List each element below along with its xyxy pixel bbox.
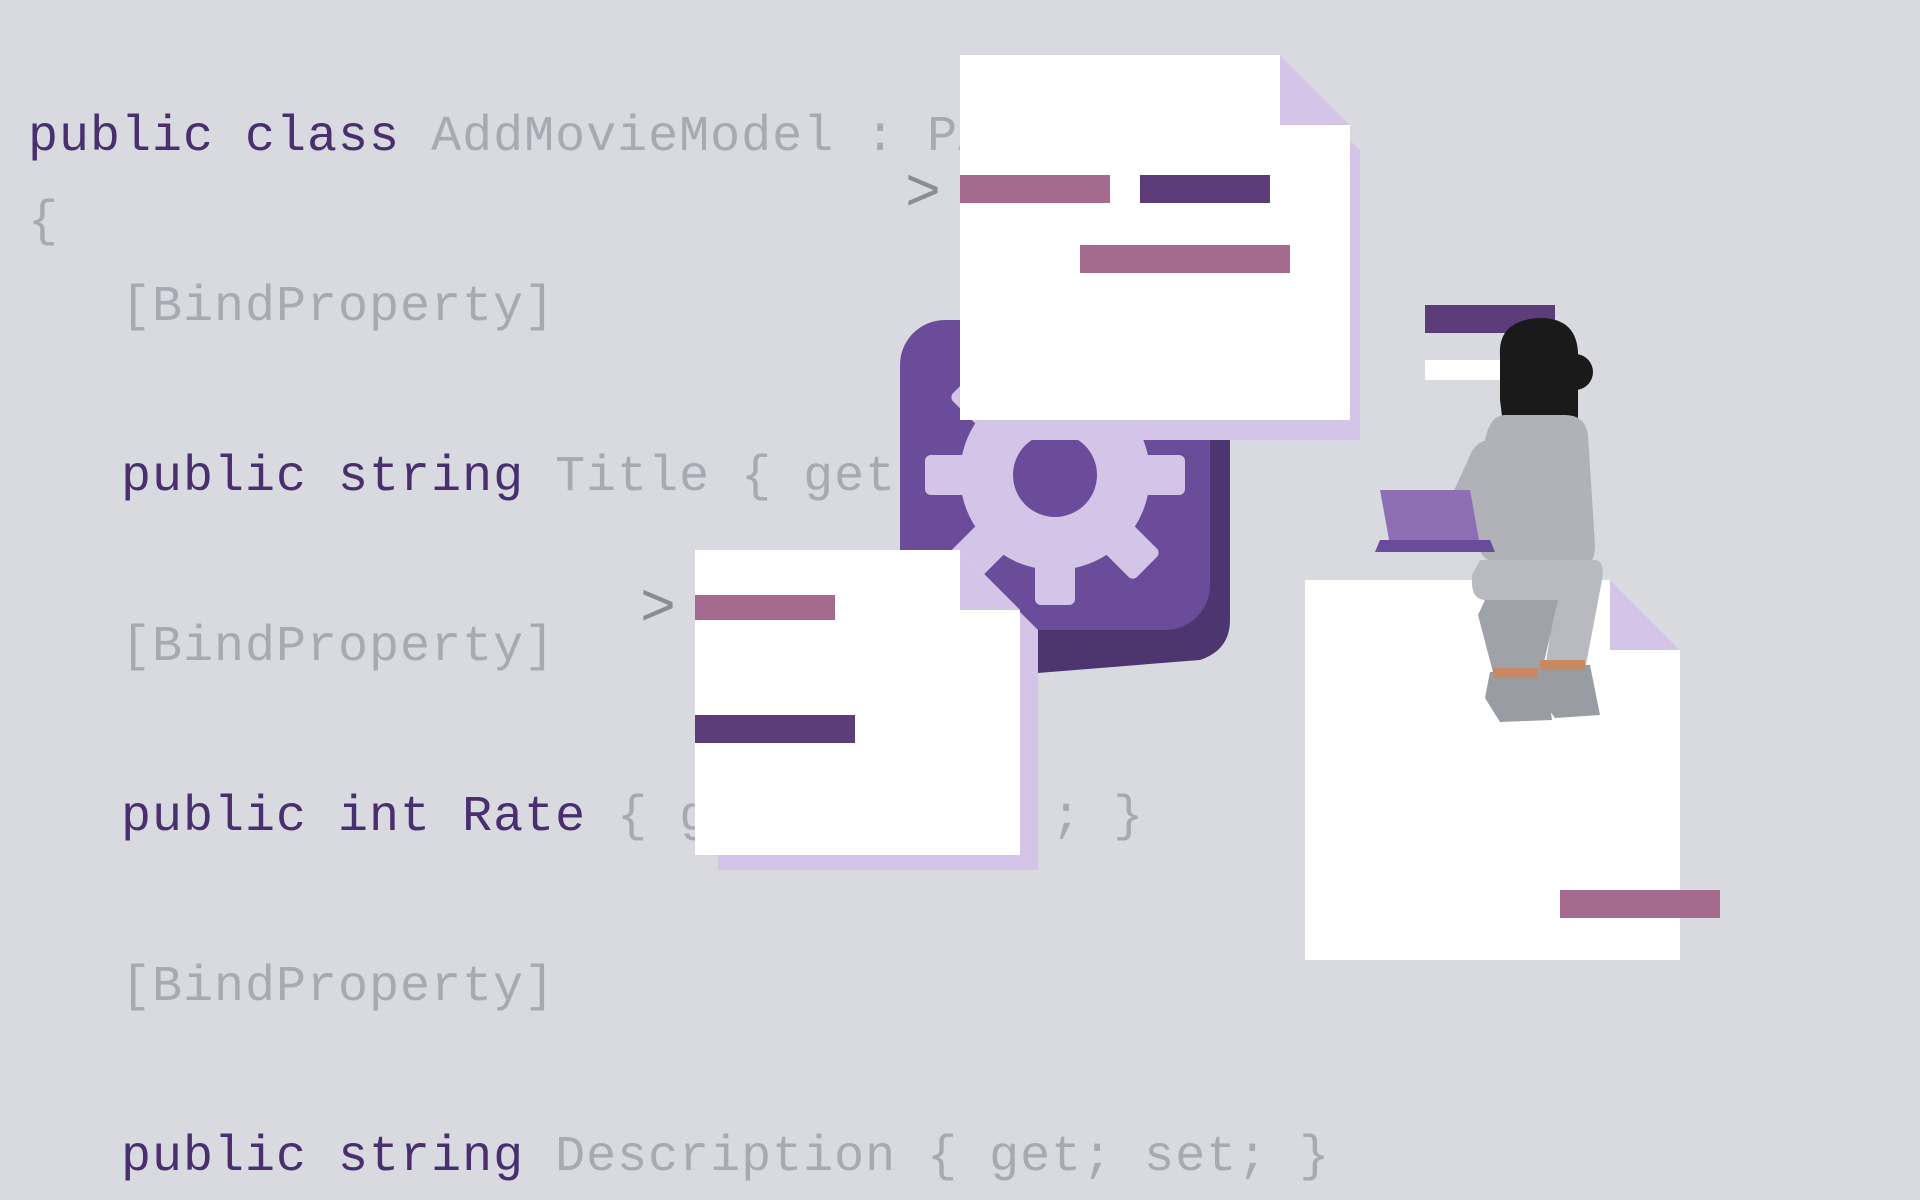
code-brace: { bbox=[28, 194, 59, 251]
background-code: public class AddMovieModel : PAgeModel {… bbox=[28, 10, 1330, 1200]
code-keyword: public class bbox=[28, 109, 431, 166]
accent-bar bbox=[1425, 305, 1555, 333]
code-attribute: [BindProperty] bbox=[28, 959, 555, 1016]
code-attribute: [BindProperty] bbox=[28, 619, 555, 676]
document-icon bbox=[1305, 580, 1720, 960]
code-keyword: public string bbox=[28, 1129, 555, 1186]
person-illustration bbox=[1375, 318, 1603, 722]
code-keyword: public string bbox=[28, 449, 555, 506]
code-text: { g ; } bbox=[617, 789, 1144, 846]
code-attribute: [BindProperty] bbox=[28, 279, 555, 336]
code-text: AddMovieModel : PAgeModel bbox=[431, 109, 1206, 166]
accent-bar bbox=[1425, 360, 1513, 380]
code-keyword: public int Rate bbox=[28, 789, 617, 846]
code-text: Description { get; set; } bbox=[555, 1129, 1330, 1186]
code-text: Title { get bbox=[555, 449, 896, 506]
